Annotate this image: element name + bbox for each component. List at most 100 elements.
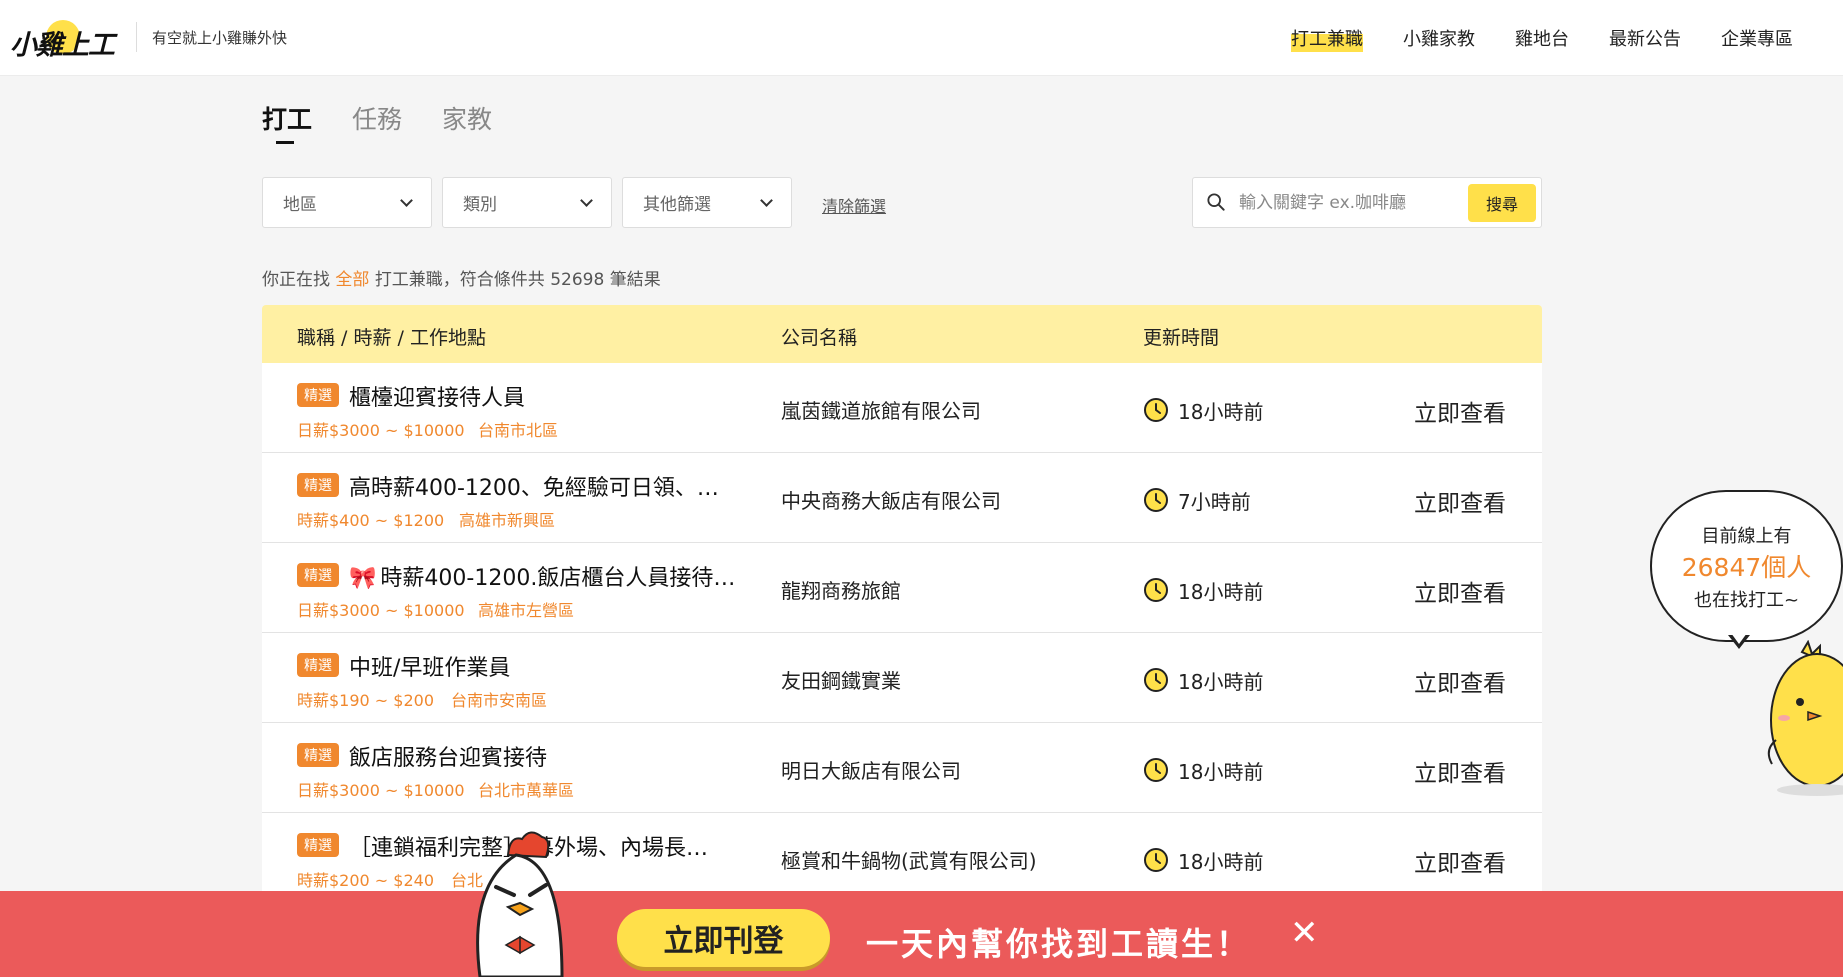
site-tagline: 有空就上小雞賺外快	[152, 29, 288, 47]
updated-time: 18小時前	[1178, 760, 1264, 784]
other-filter-dropdown[interactable]: 其他篩選	[622, 177, 792, 228]
close-icon[interactable]: ✕	[1290, 913, 1319, 953]
main-nav: 打工兼職 小雞家教 雞地台 最新公告 企業專區	[1291, 24, 1793, 52]
job-wage: 時薪$200 ~ $240	[297, 871, 435, 890]
job-wage: 日薪$3000 ~ $10000	[297, 781, 465, 800]
online-users-count: 26847個人	[1681, 553, 1812, 582]
rooster-mascot-icon	[476, 831, 564, 977]
job-location: 高雄市新興區	[459, 511, 556, 530]
chevron-down-icon	[760, 193, 773, 207]
chick-mascot-icon	[1767, 640, 1843, 796]
chevron-down-icon	[580, 193, 593, 207]
job-title-with-bow[interactable]: 🎀 時薪400-1200.飯店櫃台人員接待…	[349, 560, 735, 592]
job-location: 高雄市左營區	[478, 601, 575, 620]
column-header-updated: 更新時間	[1143, 327, 1220, 349]
job-wage: 日薪$3000 ~ $10000	[297, 601, 465, 620]
featured-badge: 精選	[297, 653, 339, 677]
company-name: 龍翔商務旅館	[781, 579, 901, 603]
view-now-link[interactable]: 立即查看	[1414, 844, 1506, 878]
nav-item-tutoring[interactable]: 小雞家教	[1403, 24, 1475, 52]
view-now-link[interactable]: 立即查看	[1414, 394, 1506, 428]
category-filter-dropdown[interactable]: 類別	[442, 177, 612, 228]
column-header-company: 公司名稱	[781, 327, 858, 349]
clock-icon	[1144, 848, 1168, 872]
job-wage: 時薪$190 ~ $200	[297, 691, 435, 710]
tab-tutoring[interactable]: 家教	[442, 100, 492, 146]
updated-time: 18小時前	[1178, 670, 1264, 694]
search-box: 搜尋	[1192, 177, 1542, 228]
banner-text: 一天內幫你找到工讀生！	[866, 925, 1252, 963]
ribbon-icon: 🎀	[349, 566, 377, 591]
company-name: 嵐茵鐵道旅館有限公司	[781, 399, 981, 423]
job-title[interactable]: 飯店服務台迎賓接待	[349, 740, 547, 772]
clock-icon	[1144, 758, 1168, 782]
company-name: 中央商務大飯店有限公司	[781, 489, 1001, 513]
updated-time: 18小時前	[1178, 850, 1264, 874]
updated-time: 18小時前	[1178, 580, 1264, 604]
job-title[interactable]: 中班/早班作業員	[349, 650, 510, 682]
clock-icon	[1144, 398, 1168, 422]
table-row[interactable]: 精選 飯店服務台迎賓接待 日薪$3000 ~ $10000 台北市萬華區 明日大…	[262, 723, 1542, 813]
chevron-down-icon	[400, 193, 413, 207]
clock-icon	[1144, 578, 1168, 602]
online-users-bubble: 目前線上有 26847個人 也在找打工~	[1650, 490, 1843, 642]
job-wage: 時薪$400 ~ $1200	[297, 511, 445, 530]
featured-badge: 精選	[297, 383, 339, 407]
region-filter-dropdown[interactable]: 地區	[262, 177, 432, 228]
table-row[interactable]: 精選 櫃檯迎賓接待人員 日薪$3000 ~ $10000 台南市北區 嵐茵鐵道旅…	[262, 363, 1542, 453]
tab-tasks[interactable]: 任務	[352, 100, 402, 146]
featured-badge: 精選	[297, 833, 339, 857]
search-icon	[1207, 193, 1225, 211]
header-divider	[136, 22, 137, 52]
nav-item-announcements[interactable]: 最新公告	[1609, 24, 1681, 52]
job-title[interactable]: 櫃檯迎賓接待人員	[349, 380, 525, 412]
region-filter-label: 地區	[283, 195, 317, 215]
site-logo[interactable]: 小雞上工	[10, 18, 128, 61]
bubble-tail-inner	[1731, 633, 1747, 644]
table-header: 職稱 / 時薪 / 工作地點 公司名稱 更新時間	[262, 305, 1542, 363]
summary-prefix: 你正在找	[262, 270, 330, 290]
table-row[interactable]: 精選 高時薪400-1200、免經驗可日領、… 時薪$400 ~ $1200 高…	[262, 453, 1542, 543]
company-name: 明日大飯店有限公司	[781, 759, 961, 783]
post-job-button[interactable]: 立即刊登	[617, 909, 830, 967]
featured-badge: 精選	[297, 743, 339, 767]
company-name: 極賞和牛鍋物(武賞有限公司)	[781, 849, 1037, 873]
job-title[interactable]: 高時薪400-1200、免經驗可日領、…	[349, 470, 719, 502]
clock-icon	[1144, 668, 1168, 692]
updated-time: 7小時前	[1178, 490, 1251, 514]
company-name: 友田鋼鐵實業	[781, 669, 901, 693]
job-location: 台南市北區	[478, 421, 559, 440]
category-filter-label: 類別	[463, 195, 497, 215]
clear-filters-link[interactable]: 清除篩選	[822, 193, 886, 217]
nav-item-enterprise[interactable]: 企業專區	[1721, 24, 1793, 52]
nav-item-platform[interactable]: 雞地台	[1515, 24, 1569, 52]
other-filter-label: 其他篩選	[643, 195, 711, 215]
table-row[interactable]: 精選 中班/早班作業員 時薪$190 ~ $200 台南市安南區 友田鋼鐵實業 …	[262, 633, 1542, 723]
bubble-line-1: 目前線上有	[1701, 526, 1792, 547]
summary-suffix: 打工兼職，符合條件共 52698 筆結果	[374, 270, 661, 290]
view-now-link[interactable]: 立即查看	[1414, 754, 1506, 788]
column-header-title: 職稱 / 時薪 / 工作地點	[297, 327, 486, 349]
site-header: 小雞上工 有空就上小雞賺外快 打工兼職 小雞家教 雞地台 最新公告 企業專區	[0, 0, 1843, 76]
job-wage: 日薪$3000 ~ $10000	[297, 421, 465, 440]
view-now-link[interactable]: 立即查看	[1414, 574, 1506, 608]
featured-badge: 精選	[297, 563, 339, 587]
clock-icon	[1144, 488, 1168, 512]
summary-highlight: 全部	[335, 270, 370, 290]
result-summary: 你正在找 全部 打工兼職，符合條件共 52698 筆結果	[262, 265, 661, 290]
view-now-link[interactable]: 立即查看	[1414, 664, 1506, 698]
search-input[interactable]	[1239, 190, 1459, 216]
view-now-link[interactable]: 立即查看	[1414, 484, 1506, 518]
job-title: 時薪400-1200.飯店櫃台人員接待…	[380, 566, 736, 591]
job-table: 職稱 / 時薪 / 工作地點 公司名稱 更新時間 精選 櫃檯迎賓接待人員 日薪$…	[262, 305, 1542, 903]
job-type-tabs: 打工 任務 家教	[262, 100, 492, 146]
tab-parttime[interactable]: 打工	[262, 100, 312, 146]
search-button[interactable]: 搜尋	[1468, 184, 1536, 222]
promo-banner: 立即刊登 一天內幫你找到工讀生！ ✕	[0, 891, 1843, 977]
job-location: 台北市萬華區	[478, 781, 575, 800]
nav-item-parttime[interactable]: 打工兼職	[1291, 24, 1363, 52]
featured-badge: 精選	[297, 473, 339, 497]
logo-text: 小雞上工	[10, 30, 115, 61]
table-row[interactable]: 精選 🎀 時薪400-1200.飯店櫃台人員接待… 日薪$3000 ~ $1000…	[262, 543, 1542, 633]
job-location: 台南市安南區	[451, 691, 548, 710]
